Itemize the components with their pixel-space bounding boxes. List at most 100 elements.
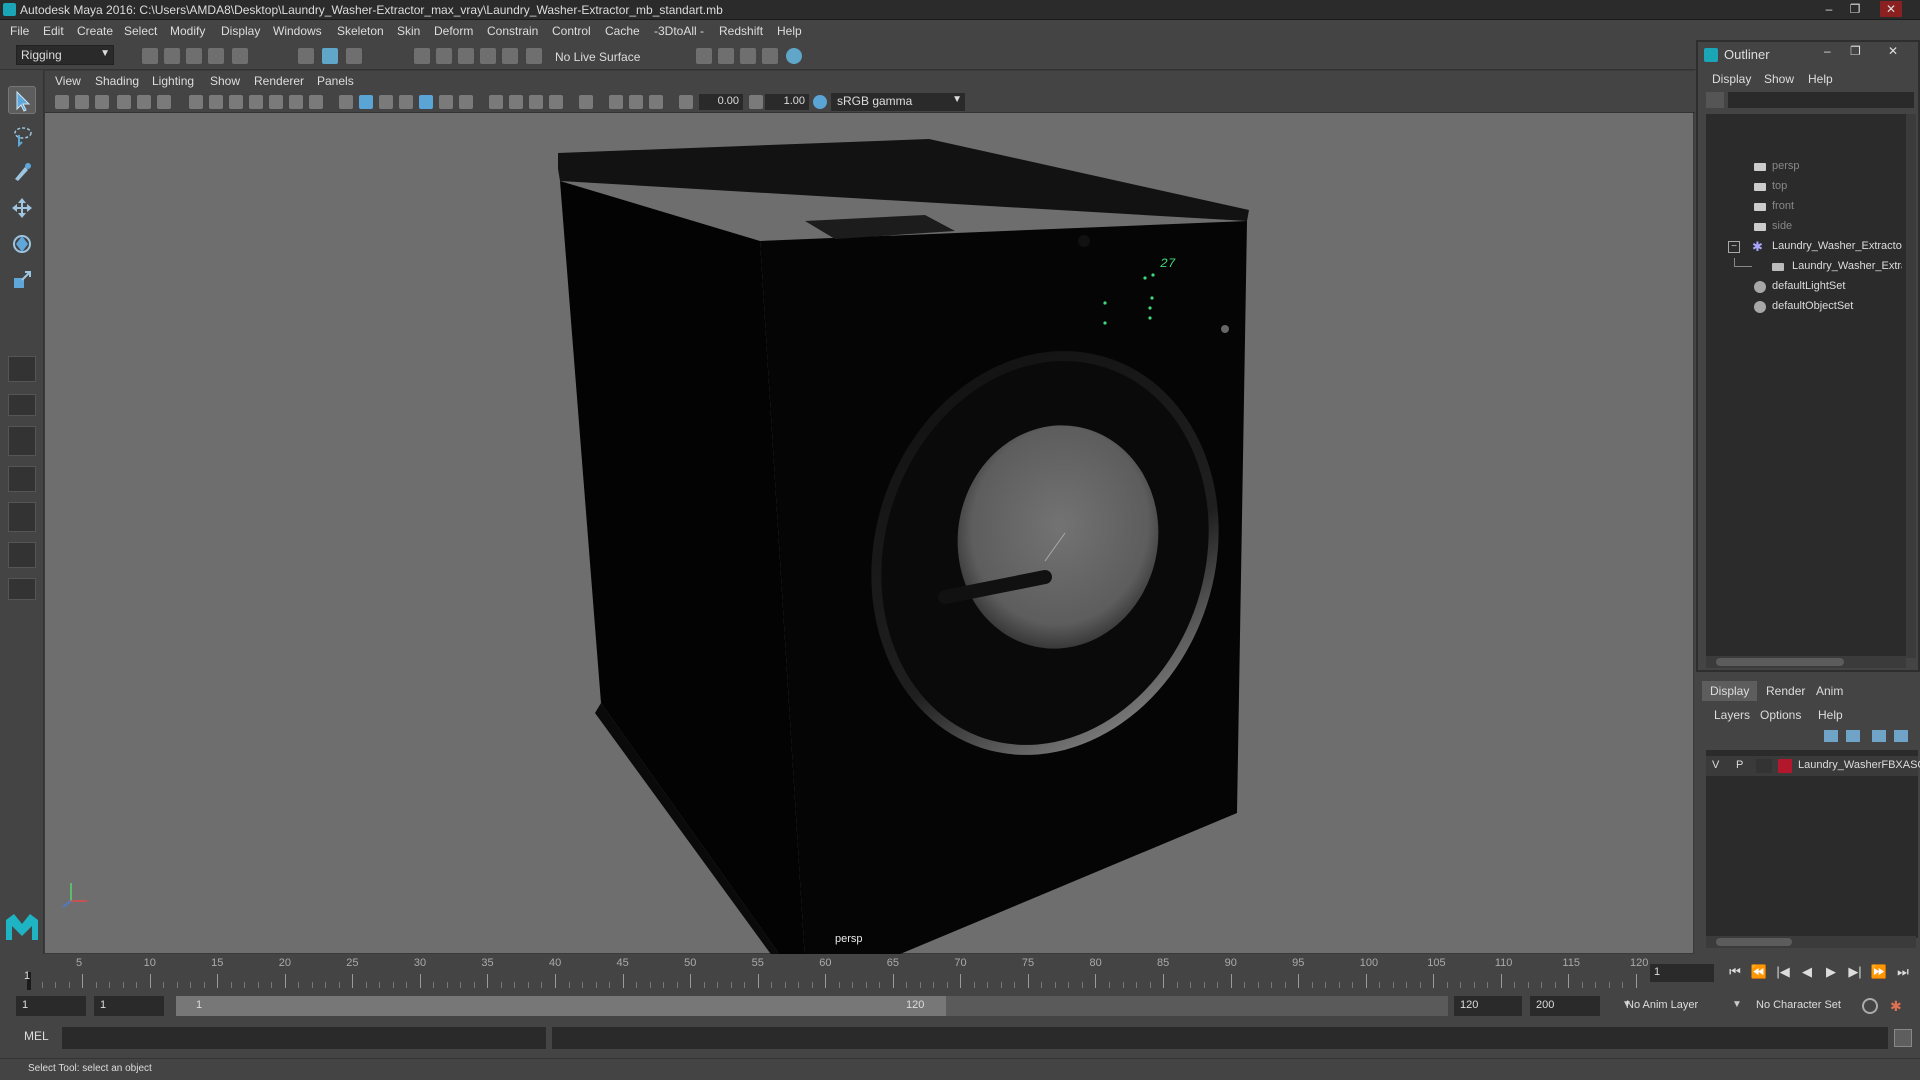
go-to-end-button[interactable]: ⏭ bbox=[1894, 964, 1912, 982]
menu-set-selector[interactable]: Rigging ▼ bbox=[16, 45, 114, 65]
outliner-vertical-scrollbar[interactable] bbox=[1906, 114, 1916, 658]
wireframe-on-shaded-icon[interactable] bbox=[399, 95, 413, 109]
viewport-menu-panels[interactable]: Panels bbox=[317, 74, 354, 88]
menu-windows[interactable]: Windows bbox=[273, 24, 322, 38]
exposure-field[interactable]: 0.00 bbox=[699, 94, 743, 110]
persp-outliner-layout-icon[interactable] bbox=[8, 502, 36, 532]
render-settings-icon[interactable] bbox=[696, 48, 712, 64]
time-ruler[interactable]: 5 10 15 20 25 30 35 40 45 50 55 60 65 70 75 80 85 90 95 100… bbox=[24, 954, 1652, 992]
x-ray-active-icon[interactable] bbox=[629, 95, 643, 109]
viewport-menu-renderer[interactable]: Renderer bbox=[254, 74, 304, 88]
outliner-item-side[interactable]: side bbox=[1706, 218, 1902, 236]
scale-tool-icon[interactable] bbox=[8, 266, 36, 294]
rotate-tool-icon[interactable] bbox=[8, 230, 36, 258]
move-layer-down-icon[interactable] bbox=[1846, 730, 1860, 742]
outliner-item-washer-group[interactable]: − ✱ Laundry_Washer_Extractor bbox=[1706, 238, 1902, 256]
outliner-item-washer-mesh[interactable]: Laundry_Washer_Extractor bbox=[1706, 258, 1902, 276]
select-object-icon[interactable] bbox=[322, 48, 338, 64]
x-ray-joints-icon[interactable] bbox=[649, 95, 663, 109]
make-live-icon[interactable] bbox=[526, 48, 542, 64]
move-layer-up-icon[interactable] bbox=[1824, 730, 1838, 742]
view-transform-dropdown[interactable]: sRGB gamma ▼ bbox=[831, 93, 965, 111]
viewport-panel[interactable]: View Shading Lighting Show Renderer Pane… bbox=[44, 70, 1695, 955]
menu-create[interactable]: Create bbox=[77, 24, 113, 38]
play-backwards-button[interactable]: ◀ bbox=[1798, 964, 1816, 982]
safe-title-icon[interactable] bbox=[309, 95, 323, 109]
viewport-menu-lighting[interactable]: Lighting bbox=[152, 74, 194, 88]
color-management-icon[interactable] bbox=[813, 95, 827, 109]
resolution-gate-icon[interactable] bbox=[229, 95, 243, 109]
x-ray-icon[interactable] bbox=[609, 95, 623, 109]
live-surface-field[interactable]: No Live Surface bbox=[552, 47, 662, 67]
lasso-tool-icon[interactable] bbox=[8, 122, 36, 150]
move-tool-icon[interactable] bbox=[8, 194, 36, 222]
custom-layout-icon[interactable] bbox=[8, 578, 36, 600]
gate-mask-icon[interactable] bbox=[249, 95, 263, 109]
layer-horizontal-scrollbar[interactable] bbox=[1706, 936, 1916, 948]
outliner-maximize-button[interactable]: ❐ bbox=[1850, 44, 1861, 58]
outliner-menu-display[interactable]: Display bbox=[1712, 72, 1751, 86]
save-scene-icon[interactable] bbox=[186, 48, 202, 64]
snap-grid-icon[interactable] bbox=[414, 48, 430, 64]
viewport-menu-view[interactable]: View bbox=[55, 74, 81, 88]
select-camera-icon[interactable] bbox=[55, 95, 69, 109]
close-button[interactable]: ✕ bbox=[1880, 1, 1902, 17]
menu-edit[interactable]: Edit bbox=[43, 24, 64, 38]
shadows-icon[interactable] bbox=[459, 95, 473, 109]
snap-view-plane-icon[interactable] bbox=[480, 48, 496, 64]
animation-end-field[interactable]: 200 bbox=[1530, 996, 1600, 1016]
go-to-start-button[interactable]: ⏮ bbox=[1726, 964, 1744, 982]
layer-row[interactable]: V P Laundry_WasherFBXASC bbox=[1706, 756, 1920, 776]
step-back-key-button[interactable]: ⏪ bbox=[1750, 964, 1768, 982]
new-layer-selected-icon[interactable] bbox=[1894, 730, 1908, 742]
menu-redshift[interactable]: Redshift bbox=[719, 24, 763, 38]
layer-display-type[interactable] bbox=[1756, 759, 1772, 773]
minimize-button[interactable]: ‒ bbox=[1818, 1, 1840, 17]
viewport-menu-shading[interactable]: Shading bbox=[95, 74, 139, 88]
menu-3dtoall[interactable]: -3DtoAll - bbox=[654, 24, 704, 38]
outliner-item-front[interactable]: front bbox=[1706, 198, 1902, 216]
menu-modify[interactable]: Modify bbox=[170, 24, 205, 38]
safe-action-icon[interactable] bbox=[289, 95, 303, 109]
preferences-icon[interactable]: ✱ bbox=[1890, 998, 1906, 1014]
camera-attributes-icon[interactable] bbox=[75, 95, 89, 109]
snap-point-icon[interactable] bbox=[458, 48, 474, 64]
play-forwards-button[interactable]: ▶ bbox=[1822, 964, 1840, 982]
2d-pan-zoom-icon[interactable] bbox=[137, 95, 151, 109]
menu-help[interactable]: Help bbox=[777, 24, 802, 38]
outliner-menu-show[interactable]: Show bbox=[1764, 72, 1794, 86]
redo-icon[interactable] bbox=[232, 48, 248, 64]
time-slider[interactable]: 5 10 15 20 25 30 35 40 45 50 55 60 65 70 75 80 85 90 95 100… bbox=[0, 954, 1920, 992]
single-pane-layout-icon[interactable] bbox=[8, 356, 36, 382]
animation-start-field[interactable]: 1 bbox=[16, 996, 86, 1016]
outliner-close-button[interactable]: ✕ bbox=[1888, 44, 1898, 58]
select-component-icon[interactable] bbox=[346, 48, 362, 64]
outliner-horizontal-scrollbar[interactable] bbox=[1706, 656, 1906, 668]
hypershade-layout-icon[interactable] bbox=[8, 542, 36, 568]
image-plane-icon[interactable] bbox=[117, 95, 131, 109]
step-back-frame-button[interactable]: |◀ bbox=[1774, 964, 1792, 982]
chevron-down-icon[interactable]: ▼ bbox=[1732, 999, 1742, 1010]
outliner-item-default-object-set[interactable]: defaultObjectSet bbox=[1706, 298, 1902, 316]
exposure-icon[interactable] bbox=[679, 95, 693, 109]
side-by-side-layout-icon[interactable] bbox=[8, 426, 36, 456]
layer-name[interactable]: Laundry_WasherFBXASC bbox=[1798, 759, 1920, 771]
layer-menu-options[interactable]: Options bbox=[1760, 708, 1801, 722]
four-pane-layout-icon[interactable] bbox=[8, 394, 36, 416]
wireframe-icon[interactable] bbox=[339, 95, 353, 109]
select-tool-icon[interactable] bbox=[8, 86, 36, 114]
persp-graph-layout-icon[interactable] bbox=[8, 466, 36, 492]
collapse-icon[interactable]: − bbox=[1728, 241, 1740, 253]
script-editor-icon[interactable] bbox=[1894, 1029, 1912, 1047]
smooth-shade-icon[interactable] bbox=[359, 95, 373, 109]
menu-display[interactable]: Display bbox=[221, 24, 260, 38]
range-slider-handle[interactable]: 1 120 bbox=[176, 996, 946, 1016]
motion-blur-icon[interactable] bbox=[509, 95, 523, 109]
outliner-search-input[interactable] bbox=[1728, 92, 1914, 108]
snap-surface-icon[interactable] bbox=[502, 48, 518, 64]
field-chart-icon[interactable] bbox=[269, 95, 283, 109]
viewport-menu-show[interactable]: Show bbox=[210, 74, 240, 88]
ipr-render-icon[interactable] bbox=[740, 48, 756, 64]
scroll-thumb[interactable] bbox=[1716, 658, 1844, 666]
bookmark-icon[interactable] bbox=[95, 95, 109, 109]
